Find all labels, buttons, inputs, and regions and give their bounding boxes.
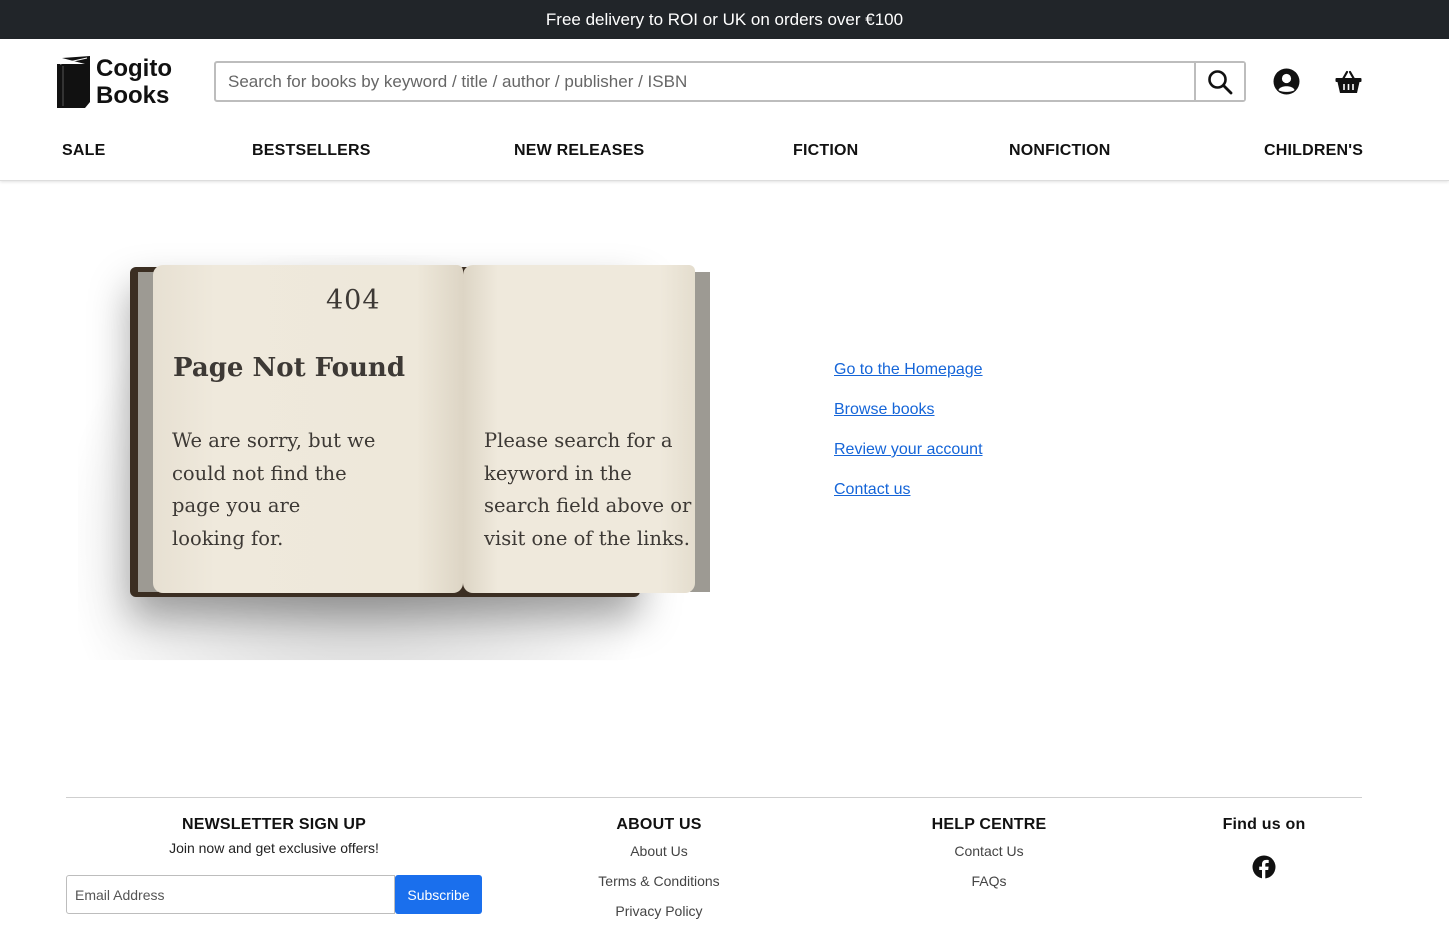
account-icon[interactable]: [1273, 68, 1300, 95]
link-browse-books[interactable]: Browse books: [834, 400, 983, 440]
nav-item-bestsellers[interactable]: BESTSELLERS: [252, 142, 371, 160]
book-logo-icon: [57, 56, 90, 108]
search-icon: [1208, 69, 1233, 94]
link-review-account[interactable]: Review your account: [834, 440, 983, 480]
helpful-links: Go to the Homepage Browse books Review y…: [834, 360, 983, 520]
footer-help: HELP CENTRE Contact Us FAQs: [889, 816, 1089, 896]
promo-text: Free delivery to ROI or UK on orders ove…: [545, 9, 904, 29]
footer-link-privacy[interactable]: Privacy Policy: [559, 896, 759, 926]
footer-link-terms[interactable]: Terms & Conditions: [559, 866, 759, 896]
error-suggestion: Please search for a keyword in the searc…: [484, 429, 692, 550]
search-bar: [214, 61, 1246, 102]
nav-item-new-releases[interactable]: NEW RELEASES: [514, 142, 644, 160]
error-title: Page Not Found: [173, 353, 406, 383]
footer-link-about-us[interactable]: About Us: [559, 836, 759, 866]
newsletter-form: Subscribe: [66, 875, 482, 914]
footer-newsletter: NEWSLETTER SIGN UP Join now and get excl…: [66, 816, 482, 856]
footer-divider: [66, 797, 1362, 798]
footer-social: Find us on: [1194, 816, 1334, 834]
basket-icon[interactable]: [1335, 70, 1362, 94]
subscribe-button[interactable]: Subscribe: [395, 875, 482, 914]
email-field[interactable]: [66, 875, 395, 914]
facebook-icon[interactable]: [1252, 855, 1276, 879]
newsletter-subtext: Join now and get exclusive offers!: [169, 840, 379, 856]
logo-text: Cogito Books: [96, 55, 172, 109]
nav-item-fiction[interactable]: FICTION: [793, 142, 858, 160]
link-homepage[interactable]: Go to the Homepage: [834, 360, 983, 400]
social-heading: Find us on: [1222, 816, 1306, 833]
error-message: We are sorry, but we could not find the …: [172, 429, 376, 550]
logo-line-1: Cogito: [96, 55, 172, 82]
main-nav: SALE BESTSELLERS NEW RELEASES FICTION NO…: [62, 142, 1366, 166]
footer-link-faqs[interactable]: FAQs: [889, 866, 1089, 896]
book-page-right: Please search for a keyword in the searc…: [463, 265, 695, 593]
nav-item-sale[interactable]: SALE: [62, 142, 105, 160]
nav-item-childrens[interactable]: CHILDREN'S: [1264, 142, 1363, 160]
newsletter-heading: NEWSLETTER SIGN UP: [181, 816, 367, 833]
error-book-illustration: 404 Page Not Found We are sorry, but we …: [78, 255, 710, 660]
nav-item-nonfiction[interactable]: NONFICTION: [1009, 142, 1111, 160]
logo-line-2: Books: [96, 82, 170, 109]
footer-link-contact-us[interactable]: Contact Us: [889, 836, 1089, 866]
search-button[interactable]: [1194, 63, 1244, 100]
site-header: Cogito Books SALE BESTSELLERS NEW RELEAS…: [0, 39, 1449, 181]
about-heading: ABOUT US: [616, 816, 702, 833]
error-code: 404: [326, 285, 381, 316]
site-logo[interactable]: Cogito Books: [55, 54, 185, 110]
promo-bar: Free delivery to ROI or UK on orders ove…: [0, 0, 1449, 39]
book-page-left: 404 Page Not Found We are sorry, but we …: [153, 265, 463, 593]
footer-about: ABOUT US About Us Terms & Conditions Pri…: [559, 816, 759, 926]
search-input[interactable]: [216, 63, 1194, 100]
help-heading: HELP CENTRE: [931, 816, 1047, 833]
link-contact-us[interactable]: Contact us: [834, 480, 983, 520]
